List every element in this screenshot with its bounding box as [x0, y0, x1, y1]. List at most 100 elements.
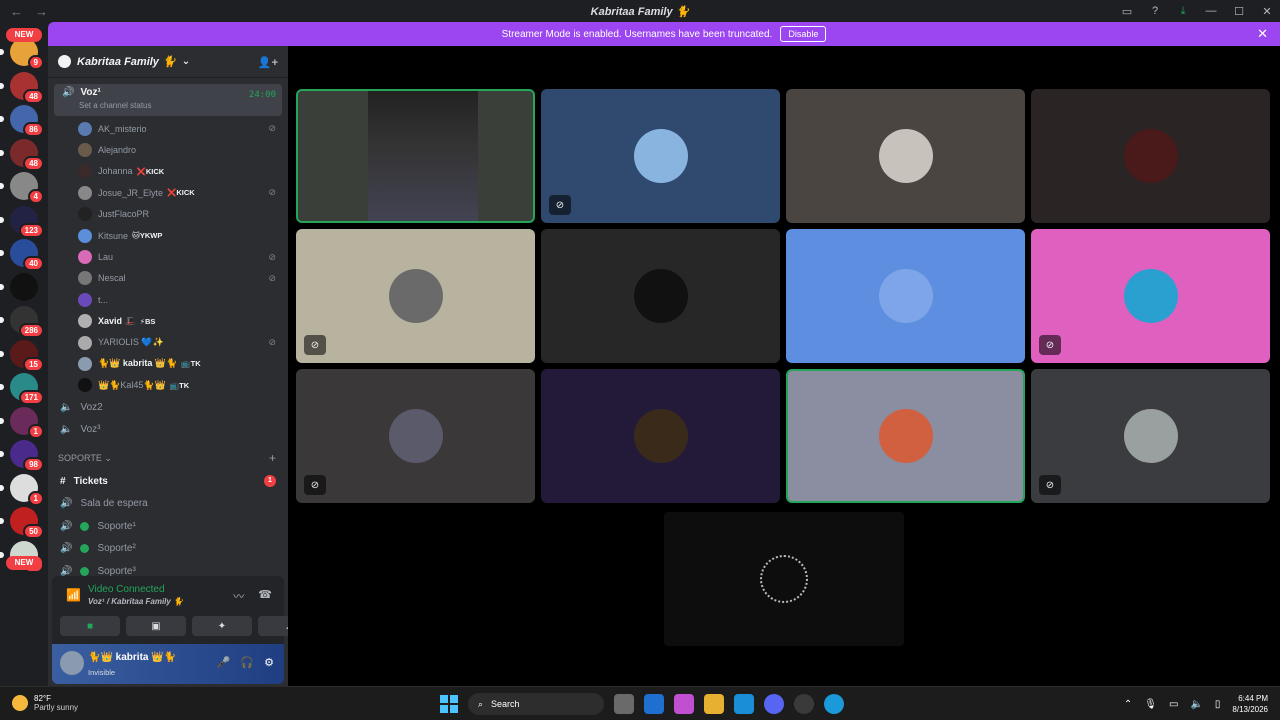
avatar[interactable]: [60, 651, 84, 675]
support-channel[interactable]: # Tickets 1: [48, 470, 288, 493]
chevron-up-icon[interactable]: ⌃: [1124, 699, 1132, 710]
server-icon[interactable]: 15: [0, 339, 44, 372]
maximize-button[interactable]: ☐: [1232, 5, 1246, 18]
server-icon[interactable]: 40: [0, 239, 44, 271]
disconnect-icon[interactable]: ☎: [258, 588, 272, 604]
minimize-button[interactable]: —: [1204, 5, 1218, 17]
category-header[interactable]: SOPORTE ⌄ +: [48, 446, 288, 470]
voice-member[interactable]: AK_misterio ⊘: [48, 118, 288, 139]
close-window-button[interactable]: ✕: [1260, 5, 1274, 18]
server-icon[interactable]: 98: [0, 440, 44, 472]
server-icon[interactable]: 48: [0, 71, 44, 104]
voice-member[interactable]: YARIOLIS 💙✨ ⊘: [48, 332, 288, 353]
video-tile[interactable]: [541, 229, 780, 363]
video-tile[interactable]: ⊘: [296, 369, 535, 503]
copilot-icon[interactable]: [674, 694, 694, 714]
voice-member[interactable]: Kitsune 🐱YKWP: [48, 225, 288, 246]
video-tile[interactable]: ⊘: [541, 89, 780, 223]
camera-button[interactable]: ■: [60, 616, 120, 636]
voice-member[interactable]: Johanna ❌KICK: [48, 161, 288, 182]
obs-icon[interactable]: [794, 694, 814, 714]
voice-member[interactable]: Nescal ⊘: [48, 268, 288, 289]
app-icon[interactable]: [824, 694, 844, 714]
edge-icon[interactable]: [734, 694, 754, 714]
soundboard-button[interactable]: ♪: [258, 616, 288, 636]
video-tile[interactable]: ⊘: [296, 229, 535, 363]
voice-member[interactable]: 🐈👑 kabrita 👑🐈 📺TK: [48, 353, 288, 374]
server-icon[interactable]: 48: [0, 138, 44, 171]
voice-member[interactable]: 👑🐈Kal45🐈👑 📺TK: [48, 375, 288, 396]
server-icon[interactable]: [0, 272, 38, 301]
server-icon[interactable]: 171: [0, 373, 44, 405]
start-button[interactable]: [440, 695, 458, 713]
download-icon[interactable]: ⤓: [1176, 5, 1190, 18]
support-channel[interactable]: 🔊 Soporte¹: [48, 515, 288, 538]
clock[interactable]: 6:44 PM 8/13/2026: [1232, 693, 1268, 715]
video-tile[interactable]: ⊘: [1031, 369, 1270, 503]
server-icon[interactable]: 50: [0, 507, 44, 539]
channel-status[interactable]: Set a channel status: [79, 101, 282, 110]
unread-pill: [0, 317, 4, 323]
mic-tray-icon[interactable]: 🎙: [1144, 699, 1157, 710]
voice-member[interactable]: Josue_JR_Elyte ❌KICK ⊘: [48, 182, 288, 203]
file-explorer-icon[interactable]: [704, 694, 724, 714]
server-icon[interactable]: 86: [0, 105, 44, 137]
active-voice-channel[interactable]: 🔊 Voz¹ Set a channel status 24:00: [54, 84, 282, 116]
mention-badge: 171: [18, 390, 44, 405]
settings-gear-icon[interactable]: ⚙: [264, 656, 274, 669]
volume-icon[interactable]: 🔈: [1190, 699, 1202, 710]
speaker-icon: 🔈: [60, 423, 73, 435]
voice-channel[interactable]: 🔈 Voz³: [48, 418, 288, 440]
outlook-icon[interactable]: [644, 694, 664, 714]
close-icon[interactable]: ✕: [1257, 26, 1268, 42]
server-icon[interactable]: 123: [0, 205, 44, 238]
server-icon[interactable]: 9: [0, 38, 44, 70]
voice-member[interactable]: t...: [48, 289, 288, 310]
server-icon[interactable]: 1: [0, 406, 44, 439]
battery-icon[interactable]: ▯: [1215, 699, 1221, 710]
voice-member[interactable]: JustFlacoPR: [48, 204, 288, 225]
mic-icon[interactable]: 🎤: [217, 656, 231, 669]
video-tile[interactable]: [1031, 89, 1270, 223]
add-user-icon[interactable]: 👤+: [258, 56, 278, 69]
disable-button[interactable]: Disable: [780, 26, 827, 42]
screen-share-button[interactable]: ▣: [126, 616, 186, 636]
video-tile[interactable]: [786, 229, 1025, 363]
inbox-icon[interactable]: ▭: [1120, 5, 1134, 18]
weather-widget[interactable]: 82°F Partly sunny: [12, 694, 78, 712]
task-view-icon[interactable]: [614, 694, 634, 714]
activity-button[interactable]: ✦: [192, 616, 252, 636]
server-icon[interactable]: 286: [0, 306, 44, 338]
unread-pill: [0, 183, 4, 189]
voice-location[interactable]: Voz¹ / Kabritaa Family 🐈: [88, 597, 183, 606]
video-tile[interactable]: [296, 89, 535, 223]
help-icon[interactable]: ?: [1148, 5, 1162, 17]
support-channel[interactable]: 🔊 Sala de espera: [48, 493, 288, 516]
video-tile[interactable]: [786, 369, 1025, 503]
voice-member[interactable]: Lau ⊘: [48, 246, 288, 267]
server-icon[interactable]: 1: [0, 473, 44, 506]
video-tile[interactable]: [541, 369, 780, 503]
add-channel-icon[interactable]: +: [269, 451, 276, 465]
voice-member[interactable]: Xavid 🎩 ⚡BS: [48, 311, 288, 332]
server-icon[interactable]: 4: [0, 172, 44, 204]
network-icon[interactable]: ▭: [1169, 699, 1178, 710]
taskbar: 82°F Partly sunny ⌕ Search ⌃ 🎙 ▭ 🔈 ▯ 6:44…: [0, 686, 1280, 720]
server-header[interactable]: Kabritaa Family 🐈 ⌄ 👤+: [48, 46, 288, 78]
channel-name: Voz¹: [80, 87, 101, 98]
forward-arrow-icon[interactable]: →: [35, 4, 48, 19]
video-tile[interactable]: [786, 89, 1025, 223]
video-tile[interactable]: ⊘: [1031, 229, 1270, 363]
headset-icon[interactable]: 🎧: [240, 656, 254, 669]
unread-pill: [0, 484, 4, 491]
muted-icon: ⊘: [304, 335, 326, 355]
member-tag: ⚡BS: [139, 316, 156, 326]
signal-icon[interactable]: 📶: [66, 588, 81, 602]
noise-suppression-icon[interactable]: 〰: [233, 588, 244, 604]
search-box[interactable]: ⌕ Search: [468, 693, 604, 715]
back-arrow-icon[interactable]: ←: [10, 4, 23, 19]
voice-member[interactable]: Alejandro: [48, 139, 288, 160]
discord-icon[interactable]: [764, 694, 784, 714]
support-channel[interactable]: 🔊 Soporte²: [48, 538, 288, 561]
voice-channel[interactable]: 🔈 Voz2: [48, 396, 288, 418]
